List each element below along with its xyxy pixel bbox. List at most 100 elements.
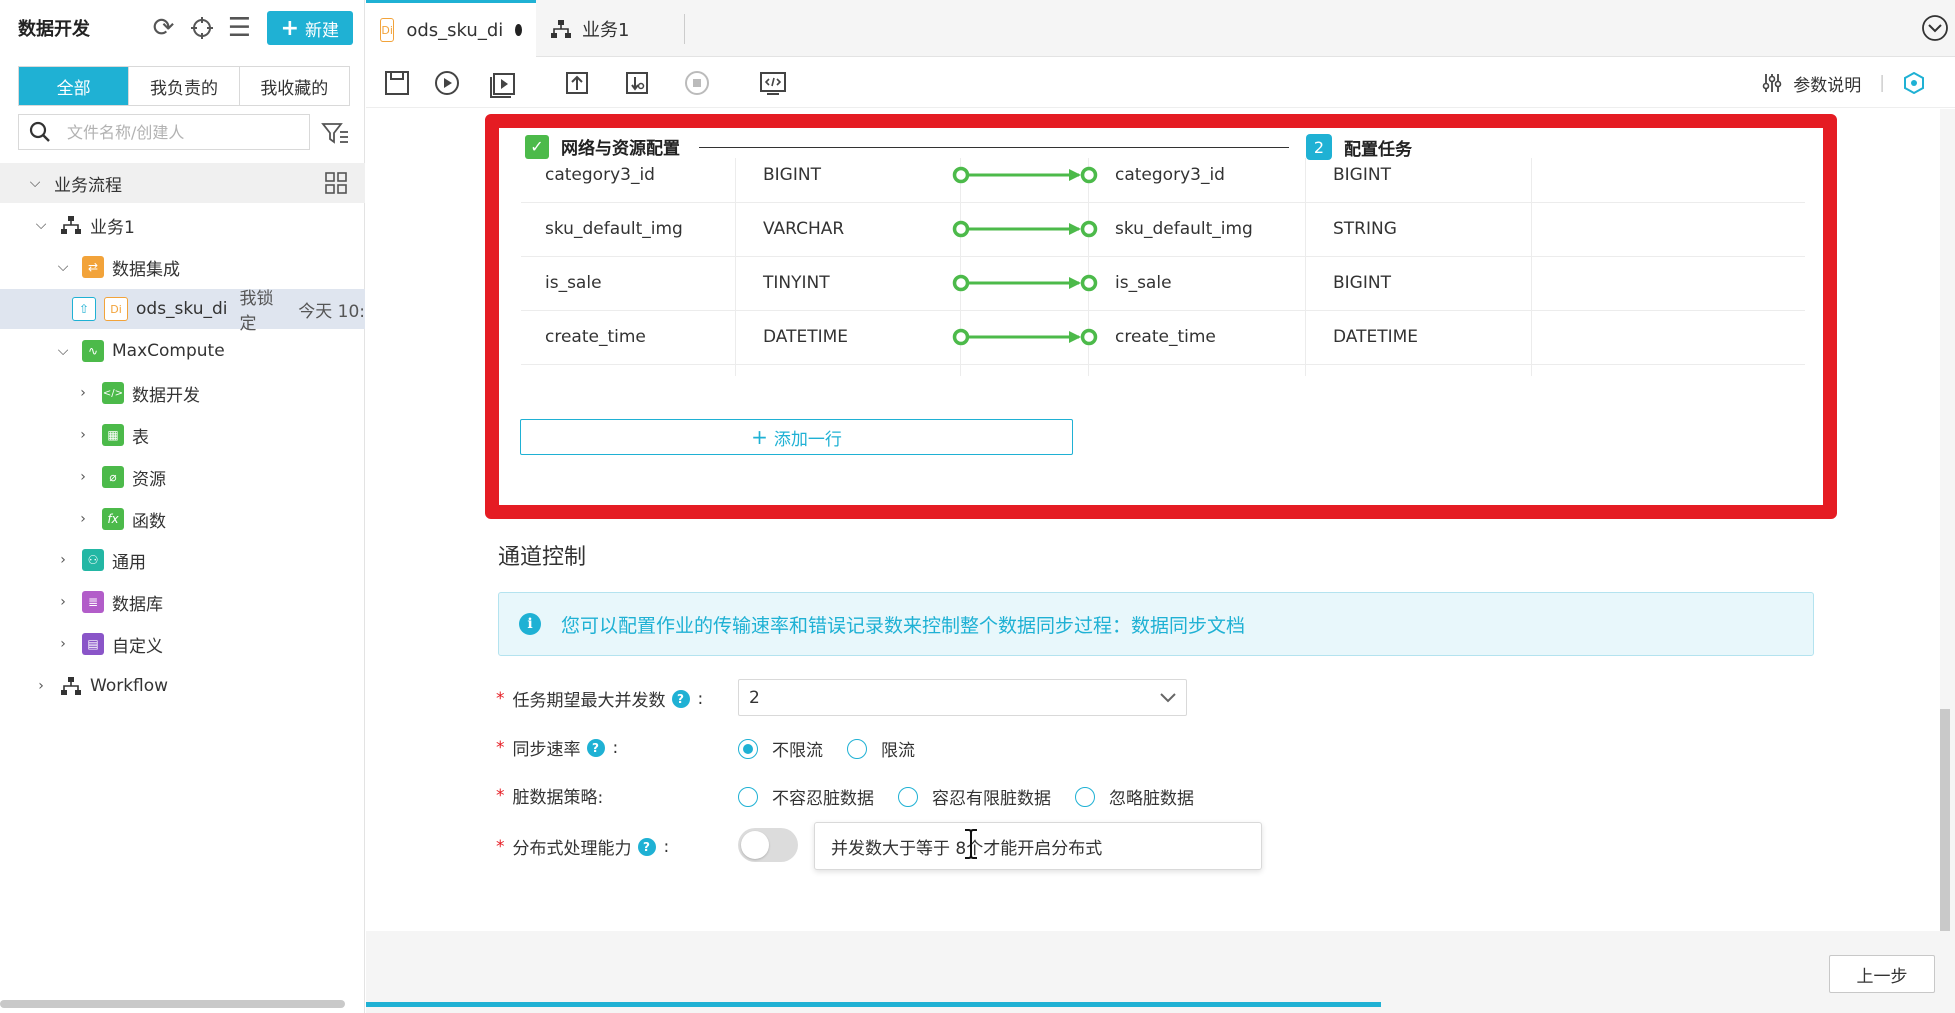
dirty-data-radio-group: 不容忍脏数据 容忍有限脏数据 忽略脏数据 (738, 784, 1194, 809)
check-icon: ✓ (525, 134, 549, 159)
radio-ignore-dirty[interactable]: 忽略脏数据 (1075, 784, 1194, 809)
script-mode-icon[interactable] (758, 68, 788, 98)
chevron-down-icon: ⌵ (57, 259, 69, 275)
target-field-name: is_sale (1115, 273, 1172, 293)
rate-label-text: 同步速率 (512, 740, 581, 760)
sliders-icon (1762, 74, 1782, 92)
config-panel: ✓ 网络与资源配置 2 配置任务 category3_id BIGINT categ… (366, 109, 1940, 931)
locate-icon[interactable] (183, 9, 221, 47)
mapping-connector-icon[interactable] (951, 219, 1101, 239)
grid-view-icon[interactable] (325, 172, 347, 194)
tree-item-workflow[interactable]: › Workflow (0, 666, 365, 706)
refresh-icon[interactable]: ⟳ (145, 9, 183, 47)
toggle-knob (741, 831, 769, 859)
param-description-button[interactable]: 参数说明 | (1761, 58, 1925, 108)
target-field-name: create_time (1115, 327, 1216, 347)
concurrency-select[interactable]: 2 (738, 679, 1187, 716)
target-field-type: BIGINT (1333, 165, 1391, 185)
distributed-toggle[interactable] (738, 828, 798, 862)
add-row-button[interactable]: + 添加一行 (520, 419, 1073, 455)
mapping-connector-icon[interactable] (951, 327, 1101, 347)
tree-item-resources[interactable]: › ⌀ 资源 (0, 457, 365, 497)
vertical-scrollbar[interactable] (1940, 709, 1950, 931)
run-icon[interactable] (432, 68, 462, 98)
mapping-connector-icon[interactable] (951, 273, 1101, 293)
concurrency-label-text: 任务期望最大并发数 (512, 691, 666, 711)
run-params-icon[interactable] (488, 68, 518, 98)
tree-item-general[interactable]: › ⚇ 通用 (0, 540, 365, 580)
step-2[interactable]: 2 配置任务 (1306, 134, 1412, 160)
tree-label: 通用 (112, 552, 146, 573)
chevron-down-icon[interactable] (1921, 14, 1949, 42)
tree-root-business-flow[interactable]: ⌵ 业务流程 (0, 163, 365, 203)
new-button[interactable]: + 新建 (266, 11, 353, 45)
file-time: 今天 10: (298, 301, 365, 322)
mapping-row: operate_time DATETIME operate_time DATETIME (521, 364, 1805, 376)
required-mark: * (496, 836, 505, 857)
tab-biz1[interactable]: 业务1 (536, 0, 686, 57)
radio-no-limit[interactable]: 不限流 (738, 736, 823, 761)
previous-step-button[interactable]: 上一步 (1829, 955, 1935, 993)
filter-icon[interactable] (320, 118, 350, 148)
tree-item-tables[interactable]: › ▦ 表 (0, 415, 365, 455)
tree-item-biz1[interactable]: ⌵ 业务1 (0, 205, 365, 245)
paperclip-icon: ⌀ (102, 466, 124, 488)
deploy-icon[interactable] (622, 68, 652, 98)
tab-ods-sku-di[interactable]: Di ods_sku_di (366, 0, 536, 57)
mapping-row: is_sale TINYINT is_sale BIGINT (521, 256, 1805, 311)
tree-item-database[interactable]: › ≣ 数据库 (0, 582, 365, 622)
tree-item-custom[interactable]: › ▤ 自定义 (0, 624, 365, 664)
chevron-right-icon: › (80, 427, 86, 443)
source-field-name: category3_id (545, 165, 655, 185)
info-text[interactable]: 您可以配置作业的传输速率和错误记录数来控制整个数据同步过程：数据同步文档 (561, 611, 1245, 638)
target-field-type: STRING (1333, 219, 1397, 239)
step-2-label: 配置任务 (1344, 139, 1412, 160)
search-input[interactable] (65, 121, 289, 143)
radio-circle (898, 786, 918, 807)
editor-tab-bar: Di ods_sku_di 业务1 (366, 0, 1955, 57)
mapping-row: category3_id BIGINT category3_id BIGINT (521, 158, 1805, 203)
di-badge-icon: Di (104, 297, 128, 321)
chevron-down-icon: ⌵ (35, 217, 47, 233)
radio-circle (1075, 786, 1095, 807)
source-field-type: DATETIME (763, 327, 849, 347)
rate-label: * 同步速率 ? : (496, 735, 618, 761)
tab-favorites[interactable]: 我收藏的 (240, 67, 349, 105)
radio-label: 容忍有限脏数据 (932, 789, 1051, 809)
plus-icon: + (280, 15, 299, 41)
tree-label: 业务流程 (54, 175, 122, 196)
radio-limited-dirty[interactable]: 容忍有限脏数据 (898, 784, 1051, 809)
help-icon[interactable]: ? (671, 689, 690, 708)
stop-icon[interactable] (682, 68, 712, 98)
radio-no-dirty[interactable]: 不容忍脏数据 (738, 784, 874, 809)
radio-label: 限流 (881, 741, 915, 761)
sidebar-horizontal-scrollbar[interactable] (0, 1000, 345, 1008)
tree-item-data-dev[interactable]: › </> 数据开发 (0, 373, 365, 413)
radio-limit[interactable]: 限流 (847, 736, 915, 761)
step-1[interactable]: ✓ 网络与资源配置 (525, 134, 680, 159)
main-horizontal-scrollbar[interactable] (366, 1002, 1381, 1007)
chevron-right-icon: › (38, 678, 44, 694)
save-icon[interactable] (382, 68, 412, 98)
tree-item-data-integration[interactable]: ⌵ ⇄ 数据集成 (0, 247, 365, 287)
di-badge-icon: Di (380, 18, 395, 42)
required-mark: * (496, 688, 505, 709)
toolbar-divider: | (1879, 73, 1885, 93)
tab-all[interactable]: 全部 (19, 67, 130, 105)
help-icon[interactable]: ? (586, 738, 605, 757)
tab-mine[interactable]: 我负责的 (129, 67, 240, 105)
tree-item-functions[interactable]: › fx 函数 (0, 499, 365, 539)
target-field-type: DATETIME (1333, 364, 1418, 376)
tree-item-maxcompute[interactable]: ⌵ ∿ MaxCompute (0, 331, 365, 371)
mapping-connector-icon[interactable] (951, 165, 1101, 185)
tree-item-ods-sku-di[interactable]: ⇧ Di ods_sku_di 我锁定 今天 10: (0, 289, 365, 334)
target-field-name: operate_time (1115, 364, 1228, 376)
source-field-name: operate_time (545, 364, 658, 376)
menu-icon[interactable]: ☰ (221, 9, 259, 47)
sidebar-title: 数据开发 (18, 19, 90, 40)
param-description-label: 参数说明 (1793, 75, 1862, 96)
resource-group-icon[interactable] (1903, 72, 1925, 94)
help-icon[interactable]: ? (637, 837, 656, 856)
submit-icon[interactable] (562, 68, 592, 98)
unsaved-dot-icon[interactable] (515, 24, 522, 36)
